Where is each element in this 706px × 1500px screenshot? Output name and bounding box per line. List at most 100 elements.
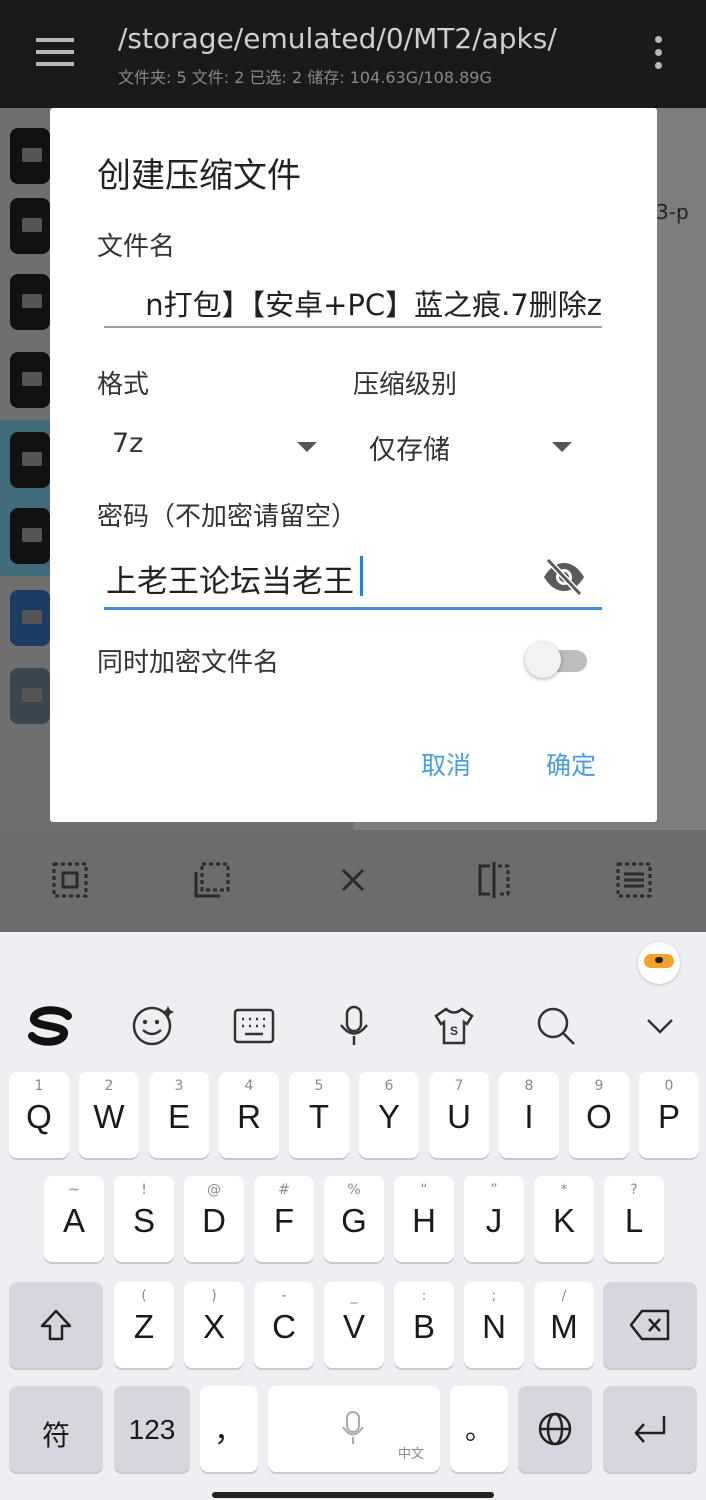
period-key-label: 。	[464, 1414, 493, 1445]
key-label: V	[342, 1308, 365, 1345]
compression-level-select[interactable]: 仅存储	[359, 420, 572, 470]
key-s[interactable]: ! S	[114, 1176, 174, 1262]
menu-icon[interactable]	[36, 38, 74, 68]
key-label: Y	[377, 1098, 400, 1135]
key-label: A	[62, 1202, 85, 1239]
key-label: Z	[133, 1308, 155, 1345]
key-m[interactable]: / M	[534, 1282, 594, 1368]
period-key[interactable]: 。	[450, 1386, 508, 1472]
key-a[interactable]: ~ A	[44, 1176, 104, 1262]
key-secondary-label: @	[207, 1182, 221, 1198]
password-input[interactable]: 上老王论坛当老王	[104, 548, 602, 610]
folder-icon[interactable]	[10, 198, 50, 254]
folder-icon[interactable]	[10, 352, 50, 408]
key-secondary-label: 4	[244, 1078, 254, 1094]
key-e[interactable]: 3E	[149, 1072, 209, 1158]
comma-key[interactable]: ，	[200, 1386, 258, 1472]
key-t[interactable]: 5T	[289, 1072, 349, 1158]
space-language-hint: 中文	[397, 1447, 424, 1462]
key-y[interactable]: 6Y	[359, 1072, 419, 1158]
folder-icon[interactable]	[10, 508, 50, 564]
key-secondary-label: 2	[104, 1078, 114, 1094]
filename-input[interactable]: n打包】【安卓+PC】蓝之痕.7删除z	[104, 276, 602, 328]
key-secondary-label: ”	[490, 1182, 498, 1198]
key-secondary-label: *	[560, 1182, 568, 1198]
key-q[interactable]: 1Q	[9, 1072, 69, 1158]
collapse-keyboard-icon[interactable]	[638, 1004, 682, 1048]
create-archive-dialog: 创建压缩文件 文件名 n打包】【安卓+PC】蓝之痕.7删除z 格式 压缩级别 7…	[50, 108, 657, 822]
enter-key[interactable]	[603, 1386, 697, 1472]
shift-icon	[40, 1309, 72, 1341]
encrypt-filenames-toggle[interactable]	[525, 642, 587, 678]
key-w[interactable]: 2W	[79, 1072, 139, 1158]
key-g[interactable]: % G	[324, 1176, 384, 1262]
key-p[interactable]: 0P	[639, 1072, 699, 1158]
key-f[interactable]: # F	[254, 1176, 314, 1262]
key-label: S	[132, 1202, 155, 1239]
search-icon[interactable]	[534, 1004, 578, 1048]
list-select-icon[interactable]	[616, 862, 652, 898]
key-z[interactable]: (Z	[114, 1282, 174, 1368]
number-key[interactable]: 123	[114, 1386, 190, 1472]
key-k[interactable]: * K	[534, 1176, 594, 1262]
key-d[interactable]: @ D	[184, 1176, 244, 1262]
app-bar: /storage/emulated/0/MT2/apks/ 文件夹: 5 文件:…	[0, 0, 706, 108]
svg-text:S: S	[450, 1024, 458, 1038]
invert-selection-icon[interactable]	[476, 862, 512, 898]
key-label: J	[485, 1202, 503, 1239]
microphone-icon[interactable]	[332, 1004, 376, 1048]
folder-icon[interactable]	[10, 432, 50, 488]
more-options-icon[interactable]	[652, 36, 664, 72]
close-icon[interactable]	[335, 862, 371, 898]
symbol-key[interactable]: 符	[9, 1386, 103, 1472]
key-secondary-label: 9	[594, 1078, 604, 1094]
key-b[interactable]: :B	[394, 1282, 454, 1368]
password-label: 密码（不加密请留空）	[97, 502, 358, 532]
key-x[interactable]: ) X	[184, 1282, 244, 1368]
key-r[interactable]: 4R	[219, 1072, 279, 1158]
key-secondary-label: )	[211, 1288, 217, 1304]
key-secondary-label: %	[347, 1182, 361, 1198]
language-key[interactable]	[518, 1386, 592, 1472]
key-label: N	[482, 1308, 506, 1345]
key-j[interactable]: ” J	[464, 1176, 524, 1262]
key-n[interactable]: ; N	[464, 1282, 524, 1368]
key-label: F	[273, 1202, 295, 1239]
document-file-icon[interactable]	[10, 590, 50, 646]
skin-shirt-icon[interactable]: S	[432, 1004, 476, 1048]
key-label: B	[412, 1308, 435, 1345]
select-all-icon[interactable]	[52, 862, 88, 898]
key-secondary-label: -	[281, 1288, 287, 1304]
key-v[interactable]: _ V	[324, 1282, 384, 1368]
format-select[interactable]: 7z	[102, 420, 317, 470]
key-l[interactable]: ? L	[604, 1176, 664, 1262]
key-h[interactable]: “H	[394, 1176, 454, 1262]
key-u[interactable]: 7U	[429, 1072, 489, 1158]
key-label: I	[524, 1098, 534, 1135]
visibility-off-icon[interactable]	[542, 558, 586, 596]
folder-icon[interactable]	[10, 274, 50, 330]
storage-stats: 文件夹: 5 文件: 2 已选: 2 储存: 104.63G/108.89G	[118, 68, 492, 87]
ok-button[interactable]: 确定	[546, 746, 596, 782]
key-i[interactable]: 8I	[499, 1072, 559, 1158]
select-range-icon[interactable]	[194, 862, 230, 898]
key-secondary-label: 1	[34, 1078, 44, 1094]
key-c[interactable]: -C	[254, 1282, 314, 1368]
key-o[interactable]: 9O	[569, 1072, 629, 1158]
emoji-icon[interactable]	[130, 1004, 174, 1048]
key-secondary-label: !	[141, 1182, 147, 1198]
key-label: L	[624, 1202, 644, 1239]
compression-level-label: 压缩级别	[353, 370, 458, 400]
shift-key[interactable]	[9, 1282, 103, 1368]
cancel-button[interactable]: 取消	[421, 746, 471, 782]
folder-icon[interactable]	[10, 128, 50, 184]
file-icon[interactable]	[10, 668, 50, 724]
space-key[interactable]: 中文	[268, 1386, 440, 1472]
key-label: U	[447, 1098, 471, 1135]
backspace-key[interactable]	[603, 1282, 697, 1368]
key-label: M	[550, 1308, 578, 1345]
keyboard-mascot-icon[interactable]	[638, 942, 680, 984]
key-secondary-label: (	[141, 1288, 147, 1304]
keyboard-icon[interactable]	[232, 1004, 276, 1048]
sogou-logo-icon[interactable]	[26, 1004, 76, 1048]
